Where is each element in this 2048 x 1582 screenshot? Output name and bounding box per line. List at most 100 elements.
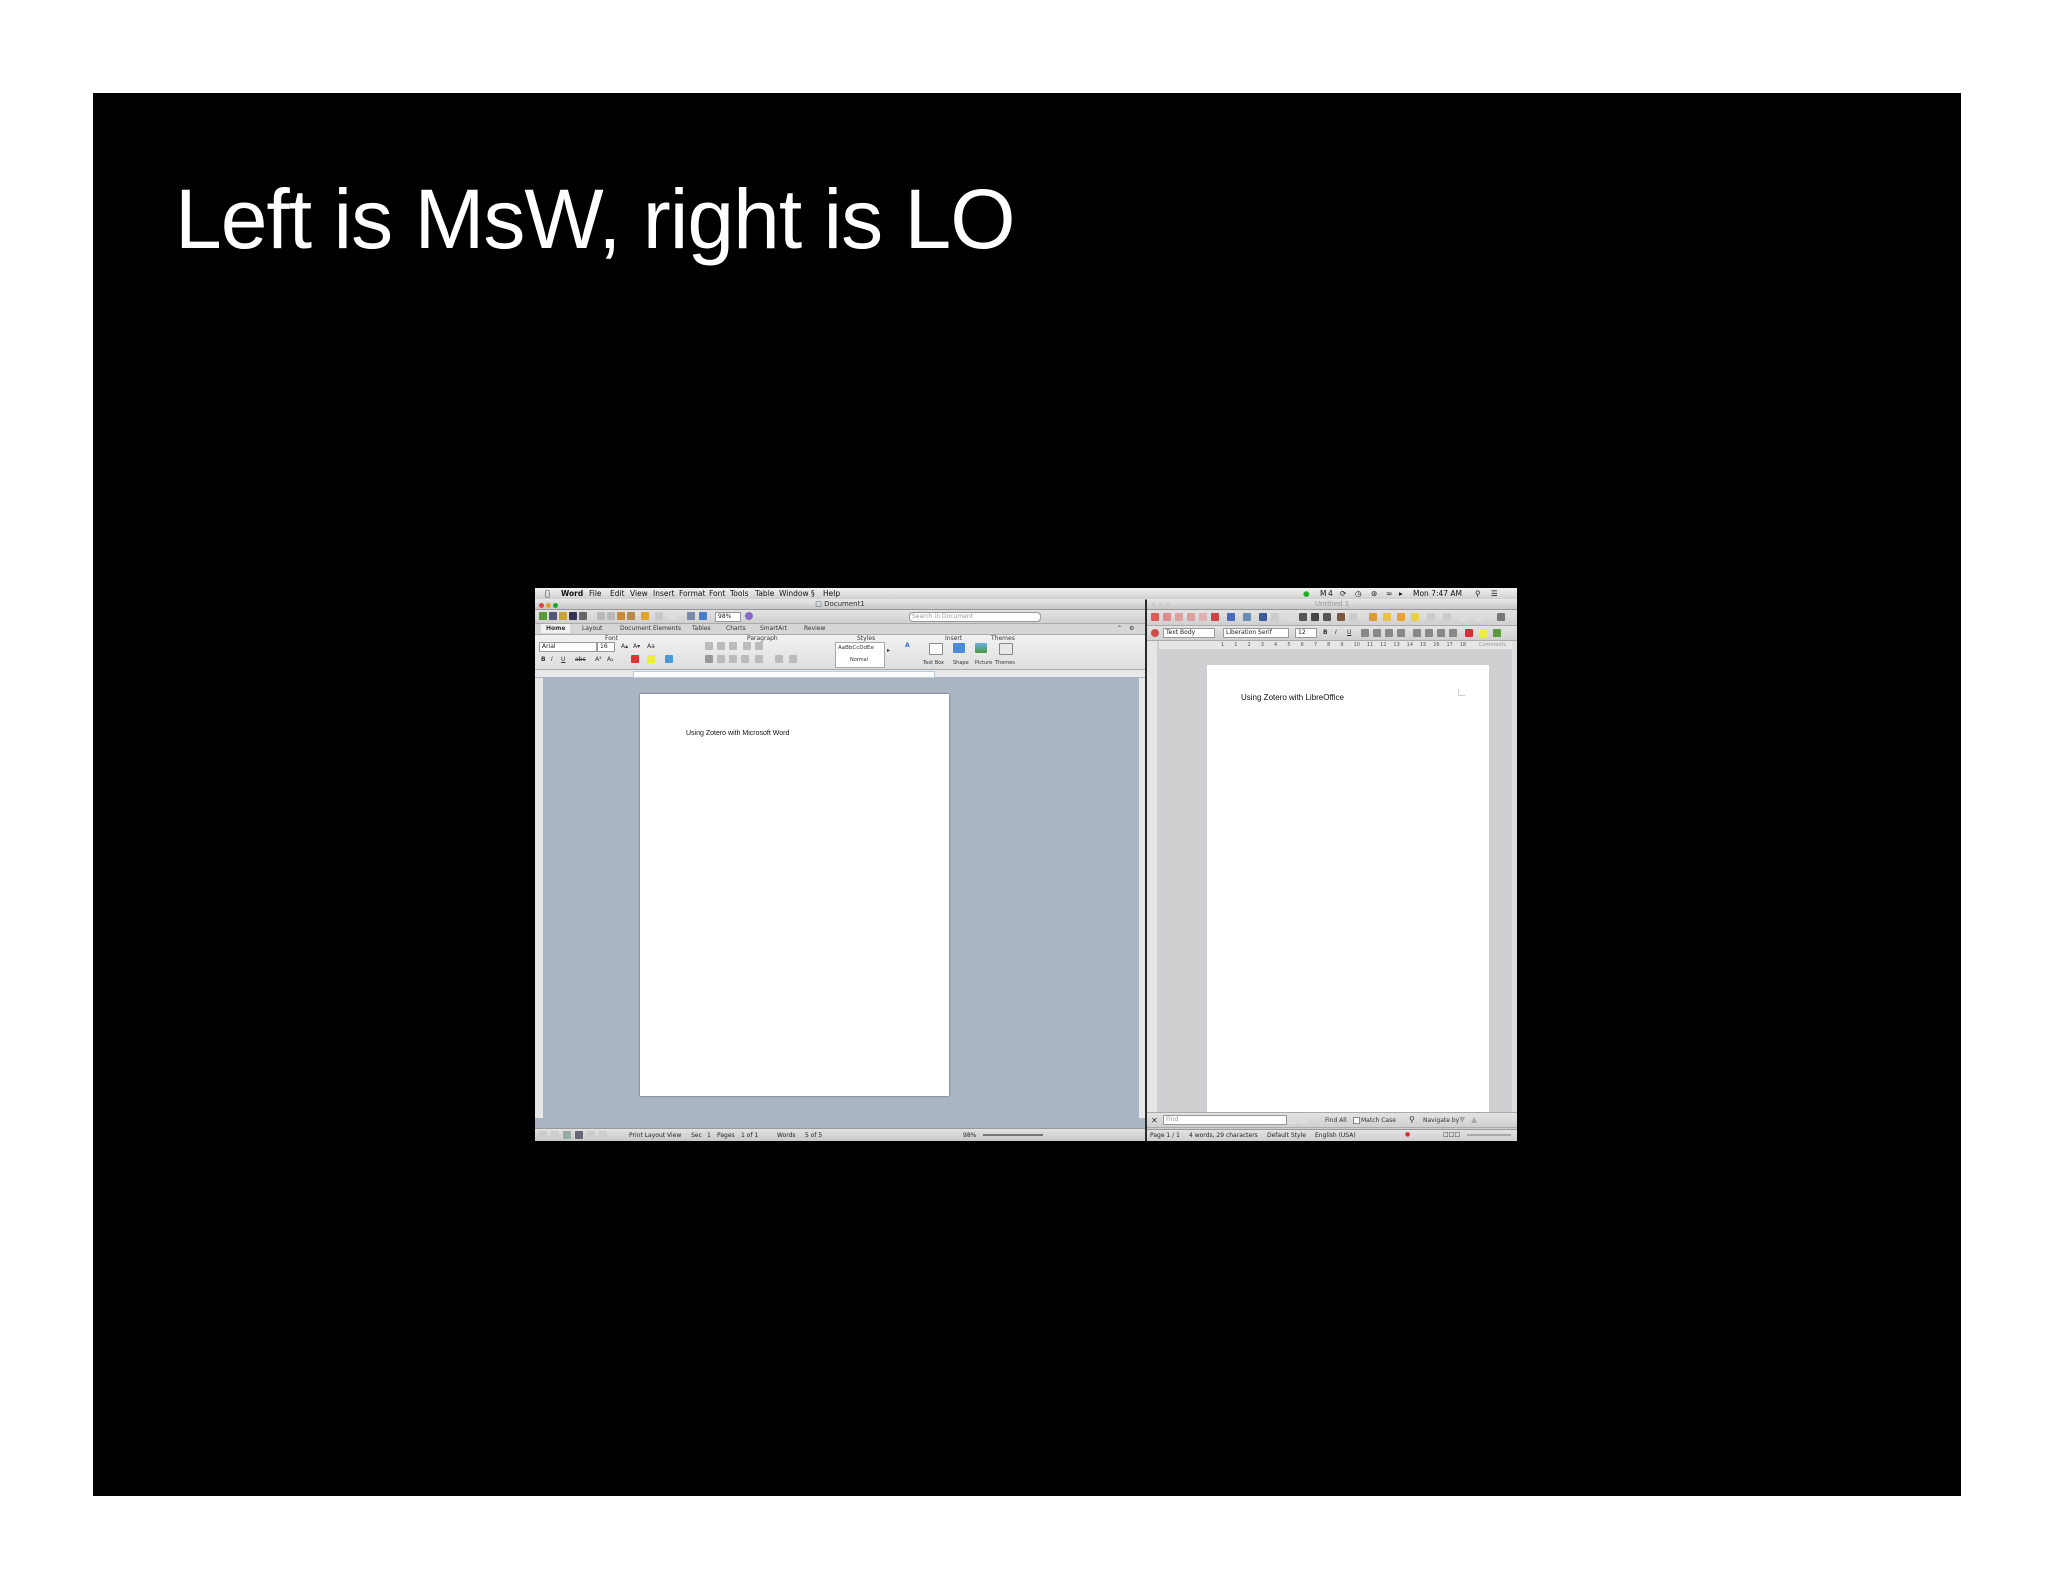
lo-bullets-icon[interactable] bbox=[1425, 629, 1433, 637]
lo-styles-icon[interactable] bbox=[1151, 629, 1159, 637]
lo-highlight-icon[interactable] bbox=[1479, 629, 1487, 637]
shrink-font-icon[interactable]: A▾ bbox=[633, 643, 640, 650]
copy-icon[interactable] bbox=[607, 612, 615, 620]
numbering-icon[interactable] bbox=[717, 642, 725, 650]
find-all-button[interactable]: Find All bbox=[1325, 1117, 1347, 1124]
tab-home[interactable]: Home bbox=[541, 624, 571, 633]
lo-italic-button[interactable]: I bbox=[1335, 629, 1337, 636]
collapse-ribbon-icon[interactable]: ⌃ bbox=[1117, 625, 1122, 632]
shading-icon[interactable] bbox=[775, 655, 783, 663]
find-input[interactable]: Find bbox=[1163, 1115, 1287, 1125]
underline-button[interactable]: U bbox=[561, 656, 565, 663]
highlight-icon[interactable] bbox=[647, 655, 655, 663]
zoom-icon[interactable] bbox=[553, 603, 558, 608]
new-document-icon[interactable] bbox=[539, 612, 547, 620]
picture-label[interactable]: Picture bbox=[975, 660, 992, 666]
tab-review[interactable]: Review bbox=[799, 624, 830, 633]
pilcrow-icon[interactable] bbox=[669, 612, 677, 620]
spotlight-icon[interactable]: ⚲ bbox=[1475, 588, 1481, 599]
menu-app-name[interactable]: Word bbox=[561, 588, 583, 599]
minimize-icon[interactable] bbox=[546, 603, 551, 608]
shape-icon[interactable] bbox=[953, 643, 965, 653]
find-next-icon[interactable] bbox=[1299, 1116, 1307, 1124]
shape-label[interactable]: Shape bbox=[953, 660, 969, 666]
lo-scrollbar[interactable] bbox=[1512, 641, 1517, 1113]
lo-font-name-field[interactable]: Liberation Serif bbox=[1223, 628, 1289, 638]
increase-indent-icon[interactable] bbox=[755, 642, 763, 650]
font-color-icon[interactable] bbox=[631, 655, 639, 663]
tab-document-elements[interactable]: Document Elements bbox=[615, 624, 686, 633]
script-icon[interactable]: § bbox=[811, 588, 815, 599]
notification-icon[interactable]: ☰ bbox=[1491, 588, 1498, 599]
bold-button[interactable]: B bbox=[541, 656, 546, 663]
lo-status-page[interactable]: Page 1 / 1 bbox=[1150, 1132, 1180, 1139]
paste-icon[interactable] bbox=[617, 612, 625, 620]
redo-icon[interactable] bbox=[655, 612, 663, 620]
italic-button[interactable]: I bbox=[551, 656, 553, 663]
align-right-icon[interactable] bbox=[729, 655, 737, 663]
decrease-indent-icon[interactable] bbox=[743, 642, 751, 650]
tab-layout[interactable]: Layout bbox=[577, 624, 607, 633]
lo-zoom-slider[interactable] bbox=[1467, 1134, 1511, 1136]
lo-export-pdf-icon[interactable] bbox=[1211, 613, 1219, 621]
lo-paste-icon[interactable] bbox=[1311, 613, 1319, 621]
paragraph-style-field[interactable]: Text Body bbox=[1163, 628, 1215, 638]
navigate-down-icon[interactable]: ▼ bbox=[1459, 1115, 1465, 1124]
tab-charts[interactable]: Charts bbox=[721, 624, 751, 633]
lo-close-icon[interactable] bbox=[1151, 603, 1156, 608]
lo-save-icon[interactable] bbox=[1187, 613, 1195, 621]
lo-preview-icon[interactable] bbox=[1243, 613, 1251, 621]
lo-decrease-indent-icon[interactable] bbox=[1437, 629, 1445, 637]
notebook-view-icon[interactable] bbox=[587, 1131, 595, 1139]
menu-view[interactable]: View bbox=[630, 588, 648, 599]
lo-spellcheck-icon[interactable] bbox=[1259, 613, 1267, 621]
word-scrollbar[interactable] bbox=[1139, 678, 1145, 1118]
lo-copy-icon[interactable] bbox=[1299, 613, 1307, 621]
navigate-by-label[interactable]: Navigate by bbox=[1423, 1117, 1459, 1124]
lo-justify-icon[interactable] bbox=[1397, 629, 1405, 637]
find-previous-icon[interactable] bbox=[1289, 1116, 1297, 1124]
ribbon-settings-icon[interactable]: ⚙ bbox=[1129, 625, 1134, 632]
lo-underline-button[interactable]: U bbox=[1347, 629, 1351, 636]
align-left-icon[interactable] bbox=[705, 655, 713, 663]
lo-navigator-icon[interactable] bbox=[1459, 613, 1467, 621]
justify-icon[interactable] bbox=[741, 655, 749, 663]
wifi-icon[interactable]: ≈ bbox=[1386, 588, 1392, 599]
lo-draw-icon[interactable] bbox=[1427, 613, 1435, 621]
lo-document-text[interactable]: Using Zotero with LibreOffice bbox=[1241, 693, 1344, 702]
time-machine-icon[interactable]: ◷ bbox=[1355, 588, 1362, 599]
lo-open-icon[interactable] bbox=[1175, 613, 1183, 621]
lo-gallery-icon[interactable] bbox=[1475, 613, 1483, 621]
lo-align-right-icon[interactable] bbox=[1385, 629, 1393, 637]
themes-icon[interactable] bbox=[999, 643, 1013, 655]
lo-font-color-icon[interactable] bbox=[1465, 629, 1473, 637]
style-gallery[interactable]: AaBbCcDdEe Normal bbox=[835, 642, 885, 668]
menu-format[interactable]: Format bbox=[679, 588, 705, 599]
lo-nonprinting-icon[interactable] bbox=[1497, 613, 1505, 621]
menu-insert[interactable]: Insert bbox=[653, 588, 675, 599]
lo-zoom-icon[interactable] bbox=[1165, 603, 1170, 608]
close-icon[interactable] bbox=[539, 603, 544, 608]
cut-icon[interactable] bbox=[597, 612, 605, 620]
subscript-button[interactable]: A₂ bbox=[607, 656, 614, 663]
strikethrough-button[interactable]: abc bbox=[575, 656, 586, 663]
word-page[interactable]: Using Zotero with Microsoft Word bbox=[640, 694, 949, 1096]
word-horizontal-ruler[interactable] bbox=[535, 670, 1145, 678]
save-icon[interactable] bbox=[569, 612, 577, 620]
lo-view-layout-icon[interactable]: □□□ bbox=[1443, 1131, 1460, 1138]
word-document-text[interactable]: Using Zotero with Microsoft Word bbox=[686, 730, 789, 737]
superscript-button[interactable]: A² bbox=[595, 656, 602, 663]
match-case-checkbox[interactable] bbox=[1353, 1117, 1360, 1124]
align-center-icon[interactable] bbox=[717, 655, 725, 663]
apple-icon[interactable]:  bbox=[545, 588, 550, 599]
lo-clone-icon[interactable] bbox=[1323, 613, 1331, 621]
lo-edit-icon[interactable] bbox=[1199, 613, 1207, 621]
tab-tables[interactable]: Tables bbox=[687, 624, 716, 633]
font-name-field[interactable]: Arial bbox=[539, 642, 597, 652]
lo-page[interactable]: Using Zotero with LibreOffice bbox=[1207, 665, 1489, 1113]
menu-font[interactable]: Font bbox=[709, 588, 725, 599]
lo-numbering-icon[interactable] bbox=[1413, 629, 1421, 637]
gallery-icon[interactable] bbox=[699, 612, 707, 620]
find-replace-icon[interactable]: ⚲ bbox=[1409, 1115, 1415, 1124]
lo-redo-icon[interactable] bbox=[1349, 613, 1357, 621]
